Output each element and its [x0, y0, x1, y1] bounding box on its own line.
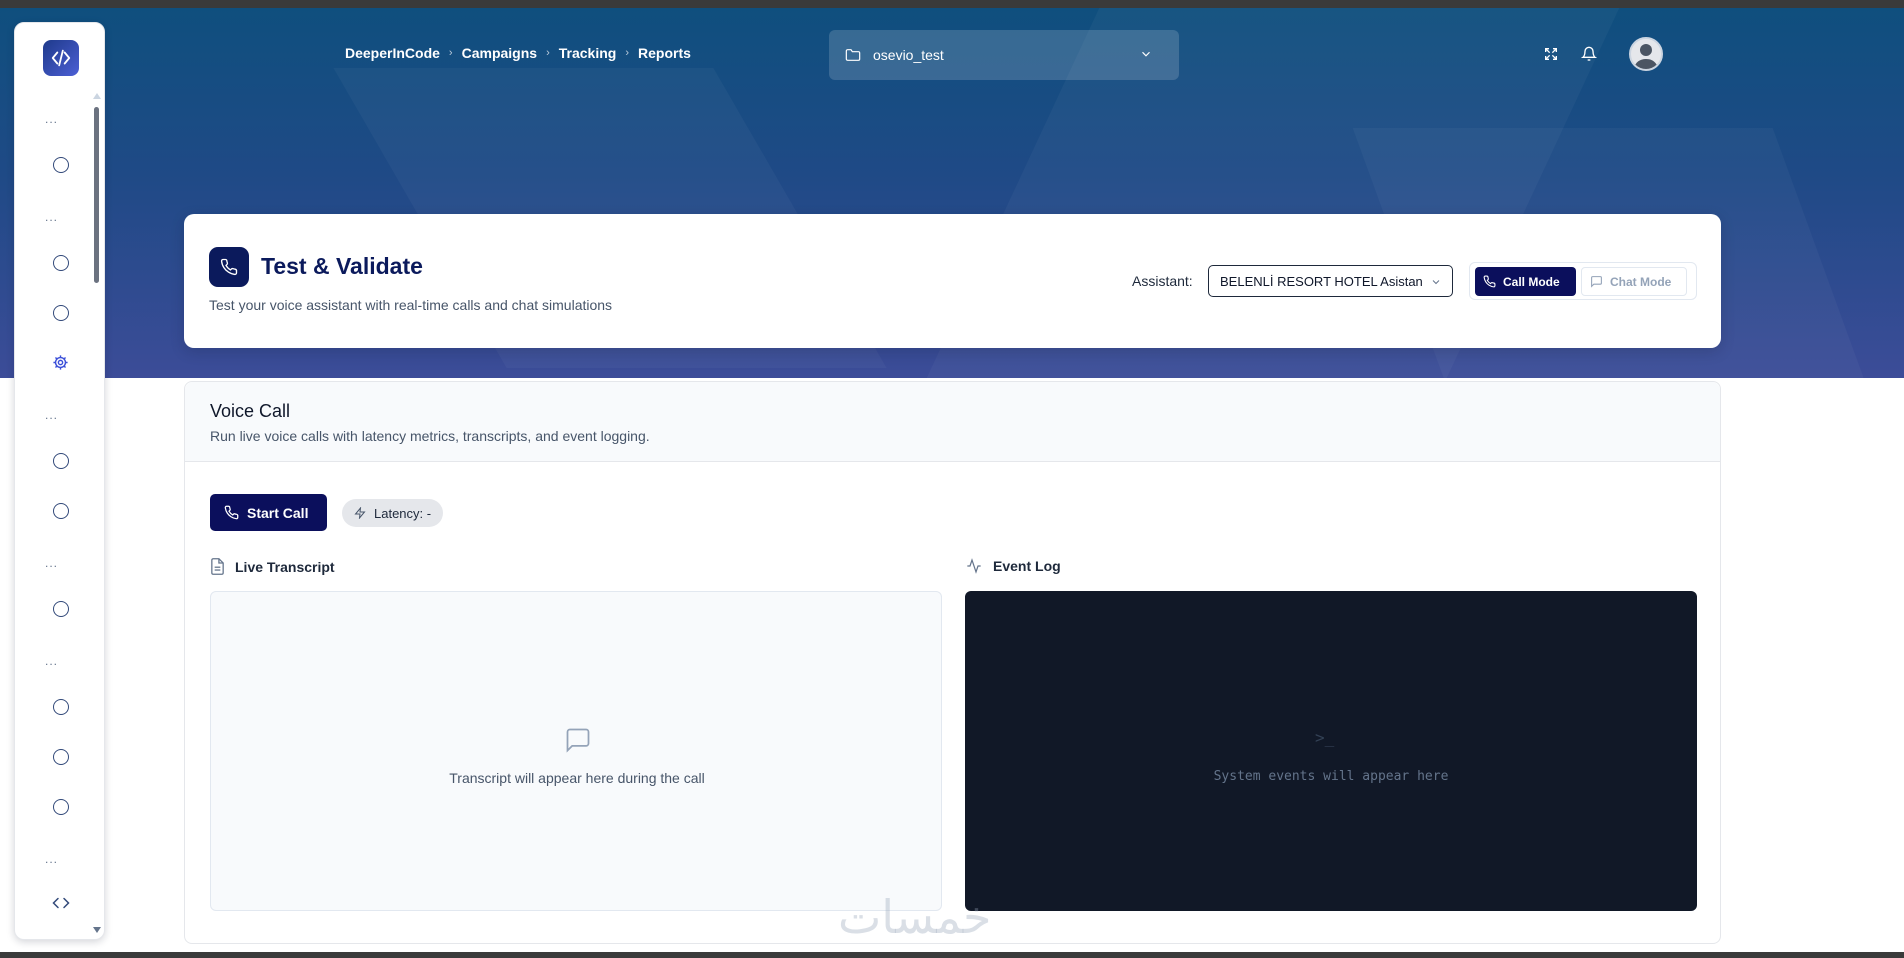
- transcript-title: Live Transcript: [235, 558, 335, 575]
- latency-value: Latency: -: [374, 505, 432, 521]
- chat-bubble-icon: [1591, 276, 1602, 288]
- event-log-title: Event Log: [993, 558, 1061, 574]
- circle-icon: [52, 453, 69, 469]
- transcript-heading: Live Transcript: [210, 558, 335, 575]
- lightning-icon: [354, 507, 366, 519]
- voice-call-title: Voice Call: [210, 401, 291, 421]
- logo-code-icon[interactable]: [43, 40, 79, 76]
- assistant-select-value: BELENLİ RESORT HOTEL Asistan: [1220, 273, 1423, 289]
- scroll-down-icon[interactable]: [93, 927, 101, 933]
- transcript-empty-text: Transcript will appear here during the c…: [449, 770, 705, 786]
- phone-icon: [209, 247, 249, 287]
- sidebar: ... ... ... ... ... ...: [14, 22, 105, 940]
- sidebar-group-marker: ...: [45, 852, 59, 866]
- circle-icon: [52, 699, 69, 715]
- chevron-down-icon: [1142, 51, 1150, 57]
- event-log-empty-text: System events will appear here: [1213, 769, 1449, 784]
- sidebar-scrollbar-thumb[interactable]: [94, 107, 99, 283]
- assistant-select[interactable]: BELENLİ RESORT HOTEL Asistan: [1208, 265, 1453, 297]
- project-select-value: osevio_test: [873, 47, 944, 63]
- transcript-area[interactable]: Transcript will appear here during the c…: [210, 591, 942, 911]
- circle-icon: [52, 157, 69, 173]
- circle-icon: [52, 255, 69, 271]
- page-header-card: Test & Validate Test your voice assistan…: [184, 214, 1721, 348]
- terminal-icon: >_: [1315, 728, 1335, 747]
- circle-icon: [52, 305, 69, 321]
- start-call-button[interactable]: Start Call: [210, 494, 327, 531]
- call-mode-label: Call Mode: [1503, 274, 1560, 289]
- breadcrumb-item[interactable]: Campaigns: [462, 45, 537, 61]
- circle-icon: [52, 601, 69, 617]
- page-subtitle: Test your voice assistant with real-time…: [209, 297, 613, 313]
- watermark-logo: خمسات: [838, 890, 992, 944]
- sidebar-group-marker: ...: [45, 556, 59, 570]
- breadcrumb-item[interactable]: DeeperInCode: [345, 45, 440, 61]
- browser-bottom-strip: [0, 952, 1904, 958]
- breadcrumb: DeeperInCode › Campaigns › Tracking › Re…: [345, 45, 691, 61]
- chat-mode-button[interactable]: Chat Mode: [1581, 267, 1687, 296]
- page-title: Test & Validate: [261, 253, 423, 279]
- start-call-label: Start Call: [247, 504, 309, 521]
- avatar[interactable]: [1629, 37, 1663, 71]
- activity-icon: [967, 558, 981, 574]
- browser-top-strip: [0, 0, 1904, 8]
- phone-icon: [1483, 275, 1496, 288]
- fullscreen-icon[interactable]: [1541, 44, 1561, 64]
- folder-icon: [845, 49, 861, 61]
- circle-icon: [52, 749, 69, 765]
- chevron-right-icon: ›: [625, 47, 629, 59]
- chevron-down-icon: [1432, 280, 1440, 285]
- breadcrumb-item[interactable]: Reports: [638, 45, 691, 61]
- event-log-heading: Event Log: [965, 558, 1061, 574]
- phone-icon: [224, 505, 239, 520]
- code-icon: [51, 897, 70, 909]
- document-icon: [211, 558, 224, 575]
- scroll-up-icon[interactable]: [93, 93, 101, 99]
- chevron-right-icon: ›: [448, 47, 453, 59]
- sidebar-group-marker: ...: [45, 210, 59, 224]
- assistant-label: Assistant:: [1132, 273, 1193, 289]
- circle-icon: [52, 503, 69, 519]
- sidebar-group-marker: ...: [45, 408, 59, 422]
- voice-call-header: Voice Call Run live voice calls with lat…: [185, 382, 1720, 462]
- project-select[interactable]: osevio_test: [829, 30, 1179, 80]
- latency-badge: Latency: -: [342, 499, 444, 527]
- event-log-area[interactable]: >_ System events will appear here: [965, 591, 1697, 911]
- chat-mode-label: Chat Mode: [1610, 274, 1672, 289]
- breadcrumb-item[interactable]: Tracking: [559, 45, 617, 61]
- call-mode-button[interactable]: Call Mode: [1475, 267, 1576, 296]
- bell-icon[interactable]: [1579, 44, 1599, 64]
- voice-call-panel: Voice Call Run live voice calls with lat…: [184, 381, 1721, 944]
- sidebar-group-marker: ...: [45, 654, 59, 668]
- chat-bubble-icon: [566, 728, 590, 753]
- mode-toggle: Call Mode Chat Mode: [1469, 262, 1697, 300]
- user-avatar-icon: [1634, 44, 1658, 69]
- sidebar-group-marker: ...: [45, 112, 59, 126]
- voice-call-description: Run live voice calls with latency metric…: [210, 428, 650, 444]
- chevron-right-icon: ›: [546, 47, 550, 59]
- gear-icon: [53, 354, 68, 370]
- circle-icon: [52, 799, 69, 815]
